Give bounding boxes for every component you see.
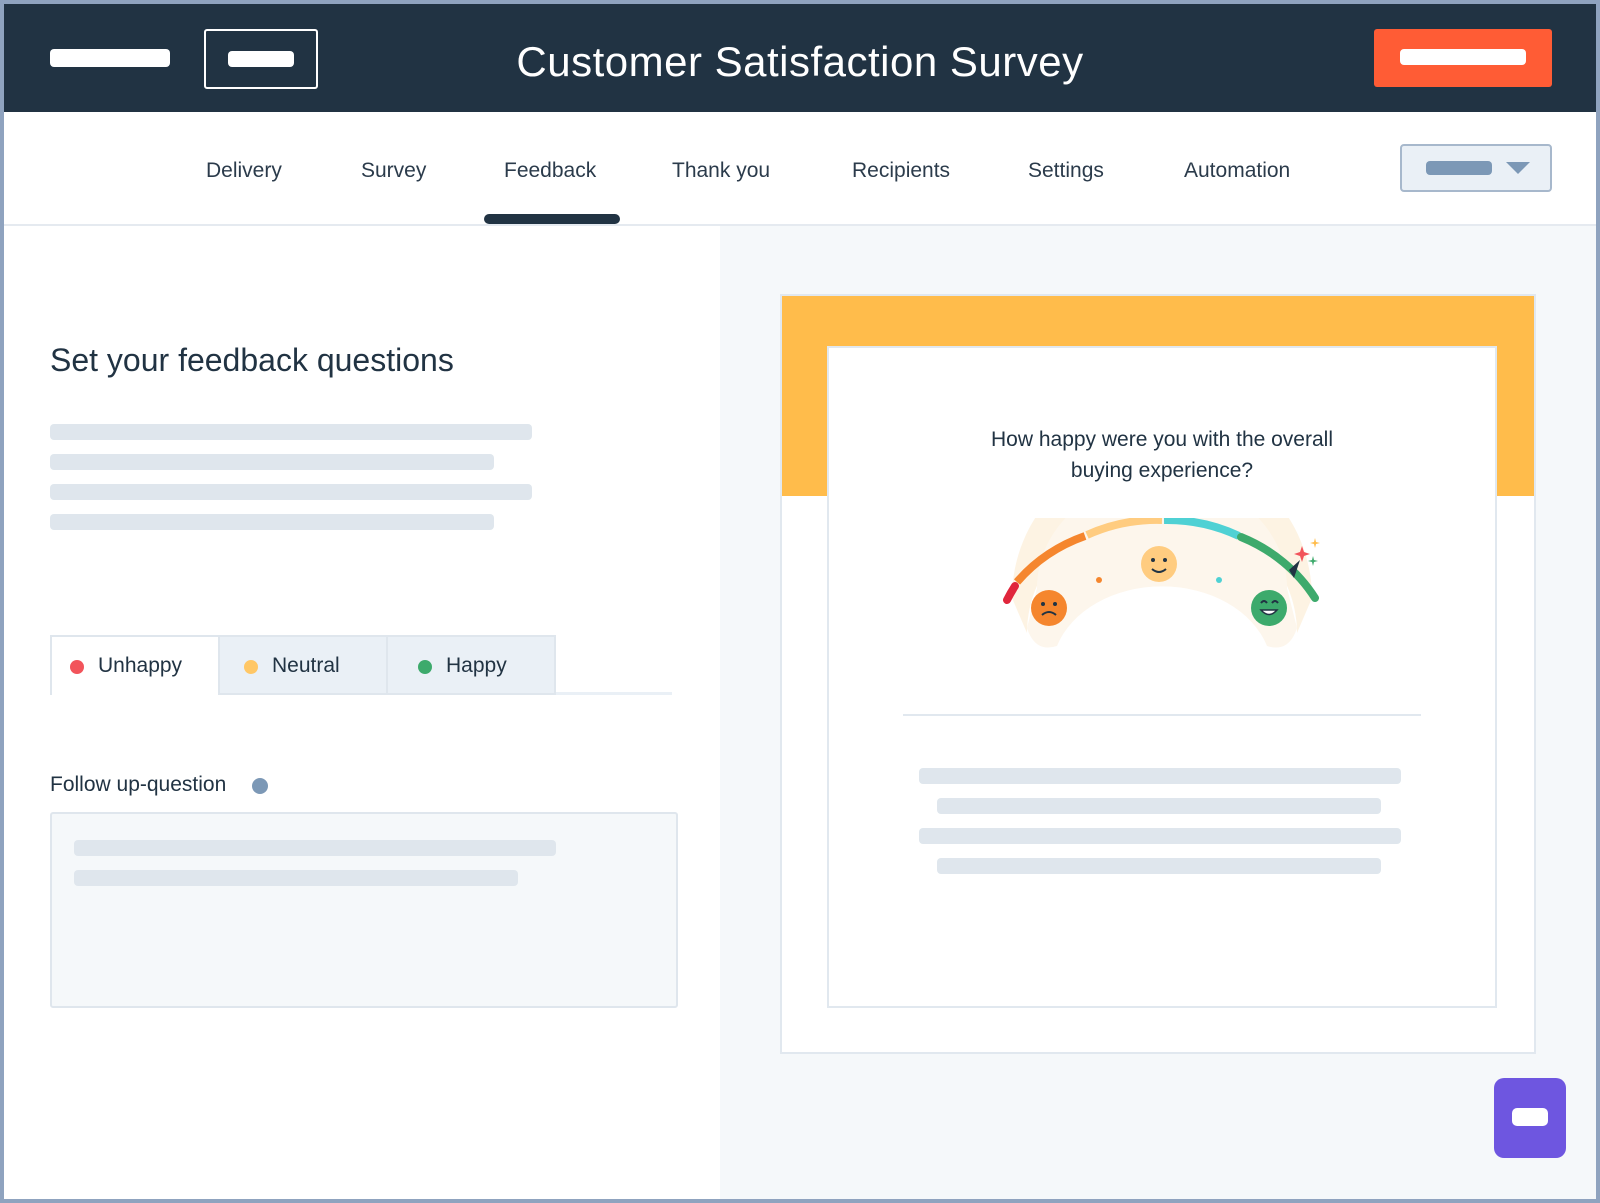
section-heading: Set your feedback questions [50, 342, 454, 378]
happy-dot-icon [418, 660, 432, 674]
tab-delivery[interactable]: Delivery [206, 159, 282, 183]
chat-icon [1512, 1108, 1548, 1126]
sad-face-icon [1031, 590, 1067, 626]
preview-pane: How happy were you with the overall buyi… [720, 226, 1596, 1199]
survey-question-text: How happy were you with the overall buyi… [990, 428, 1333, 482]
primary-action-label-placeholder [1400, 49, 1526, 65]
tab-automation[interactable]: Automation [1184, 159, 1290, 183]
satisfaction-gauge[interactable] [997, 518, 1327, 668]
preview-text-line [937, 858, 1381, 874]
followup-label: Follow up-question [50, 773, 227, 796]
description-line [50, 424, 532, 440]
app-window: Customer Satisfaction Survey Delivery Su… [4, 4, 1596, 1199]
segment-label: Neutral [272, 654, 340, 677]
tab-settings[interactable]: Settings [1028, 159, 1104, 183]
preview-text-line [919, 828, 1401, 844]
info-icon[interactable] [252, 778, 268, 794]
neutral-dot-icon [244, 660, 258, 674]
top-bar: Customer Satisfaction Survey [4, 4, 1596, 112]
segment-label: Unhappy [98, 654, 183, 677]
followup-question-input[interactable] [50, 812, 678, 1008]
primary-action-button[interactable] [1374, 29, 1552, 87]
description-line [50, 484, 532, 500]
page-title: Customer Satisfaction Survey [516, 38, 1084, 85]
description-line [50, 514, 494, 530]
segment-happy[interactable]: Happy [386, 635, 556, 695]
actions-dropdown[interactable] [1400, 144, 1552, 192]
gauge-dot [1096, 577, 1102, 583]
segment-unhappy[interactable]: Unhappy [50, 635, 220, 695]
neutral-face-icon [1141, 546, 1177, 582]
tab-thank-you[interactable]: Thank you [672, 159, 770, 183]
email-preview-card: How happy were you with the overall buyi… [780, 294, 1536, 1054]
survey-question: How happy were you with the overall buyi… [829, 424, 1495, 486]
preview-text-line [919, 768, 1401, 784]
segment-label: Happy [446, 654, 507, 677]
preview-text-line [937, 798, 1381, 814]
gauge-inner [1027, 518, 1297, 648]
placeholder-line [74, 840, 556, 856]
happy-face-icon [1251, 590, 1287, 626]
tab-survey[interactable]: Survey [361, 159, 426, 183]
chat-button[interactable] [1494, 1078, 1566, 1158]
gauge-dot [1216, 577, 1222, 583]
tab-bar: Delivery Survey Feedback Thank you Recip… [4, 112, 1596, 226]
chevron-down-icon [1506, 162, 1530, 174]
tab-feedback[interactable]: Feedback [504, 159, 596, 183]
active-tab-indicator [484, 214, 620, 224]
description-line [50, 454, 494, 470]
segment-neutral[interactable]: Neutral [218, 635, 388, 695]
unhappy-dot-icon [70, 660, 84, 674]
placeholder-line [74, 870, 518, 886]
tab-recipients[interactable]: Recipients [852, 159, 950, 183]
preview-divider [903, 714, 1421, 716]
dropdown-label-placeholder [1426, 161, 1492, 175]
preview-content: How happy were you with the overall buyi… [827, 346, 1497, 1008]
